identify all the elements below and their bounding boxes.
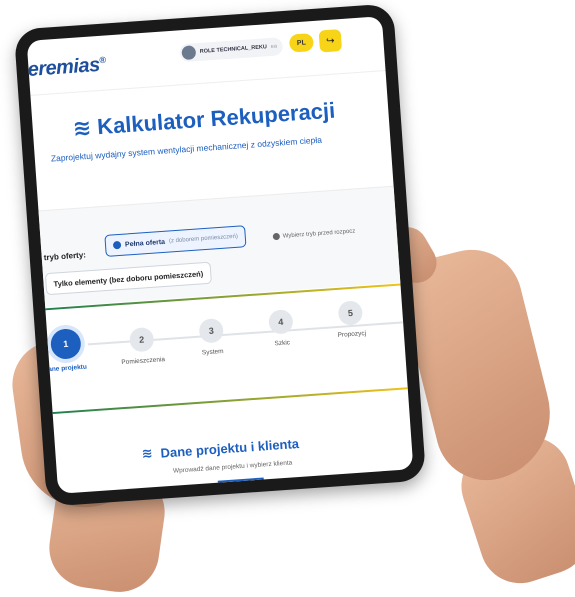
offer-elements-option[interactable]: Tylko elementy (bez doboru pomieszczeń) [44,261,212,296]
step-3[interactable]: 3 System [181,317,243,358]
section-title: ≋ Dane projektu i klienta [141,435,299,462]
offer-full-note: (z doborem pomieszczeń) [168,233,239,245]
logout-icon: ↪ [325,35,335,47]
language-button[interactable]: PL [288,32,314,53]
wind-icon: ≋ [71,114,93,141]
step-label: Pomieszczenia [121,356,166,367]
avatar [181,45,197,61]
step-circle: 3 [198,317,225,344]
step-circle: 5 [337,300,364,326]
tablet-device: jeremias® ROLE TECHNICAL_REKU ea PL ↪ ≋ … [13,3,427,507]
info-icon [272,232,281,241]
step-label: Propozycj [337,330,367,339]
tablet-screen: jeremias® ROLE TECHNICAL_REKU ea PL ↪ ≋ … [26,16,414,494]
user-name: ROLE TECHNICAL_REKU [199,44,268,55]
offer-mode-label: tryb oferty: [43,250,87,263]
section-underline [217,477,264,483]
offer-full-option[interactable]: Pełna oferta (z doborem pomieszczeń) [104,225,247,257]
step-label: System [201,347,224,357]
step-circle: 4 [268,309,294,335]
step-2[interactable]: 2 Pomieszczenia [111,326,173,367]
offer-full-label: Pełna oferta [124,238,166,249]
page-title: ≋ Kalkulator Rekuperacji [72,98,336,142]
offer-hint: Wybierz tryb przed rozpocz [272,228,356,241]
section-title-text: Dane projektu i klienta [160,435,300,461]
step-circle: 1 [49,327,82,360]
step-circle: 2 [128,326,155,353]
offer-hint-text: Wybierz tryb przed rozpocz [282,228,356,240]
page-title-text: Kalkulator Rekuperacji [96,97,336,140]
section-subtitle: Wprowadź dane projektu i wybierz klienta [172,459,293,475]
user-chip[interactable]: ROLE TECHNICAL_REKU ea [179,37,284,63]
radio-selected-icon [112,240,122,250]
logo-mark: ® [98,54,106,66]
user-extra: ea [270,43,278,50]
logo-text: jeremias [26,53,101,82]
brand-logo[interactable]: jeremias® [27,54,107,83]
step-1[interactable]: 1 ane projektu [35,327,98,374]
wind-icon: ≋ [141,445,154,461]
step-label: ane projektu [48,363,88,374]
step-5[interactable]: 5 Propozycj [320,299,382,340]
step-4[interactable]: 4 Szkic [250,308,312,349]
step-label: Szkic [274,339,291,348]
logout-button[interactable]: ↪ [318,29,343,53]
